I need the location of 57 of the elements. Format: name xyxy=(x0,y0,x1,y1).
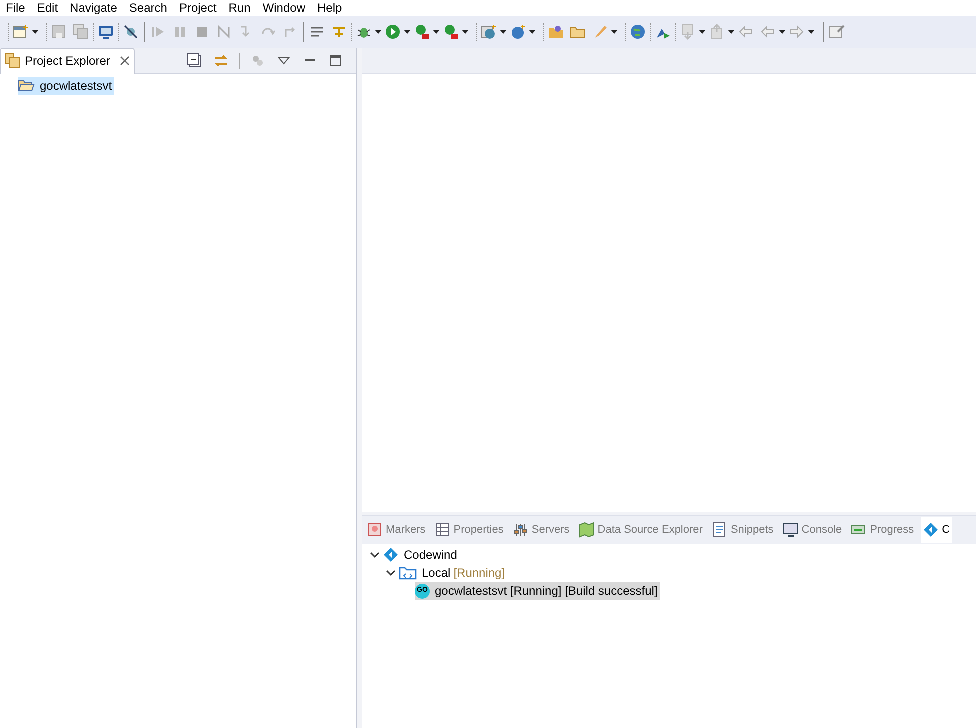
sliders-icon xyxy=(512,522,529,538)
open-folder-icon xyxy=(18,79,35,93)
code-folder-icon xyxy=(399,565,417,581)
monitor-icon[interactable] xyxy=(98,24,114,40)
caret-icon[interactable] xyxy=(375,30,382,34)
caret-icon[interactable] xyxy=(529,30,536,34)
tree-item-label: Local xyxy=(422,565,451,582)
menu-item[interactable]: Navigate xyxy=(64,1,124,15)
run-icon[interactable] xyxy=(385,24,401,40)
view-tab[interactable]: Servers xyxy=(510,517,572,543)
caret-icon[interactable] xyxy=(32,30,39,34)
view-tab[interactable]: Progress xyxy=(849,517,916,543)
tree-item-label: Codewind xyxy=(404,547,458,564)
caret-icon[interactable] xyxy=(404,30,411,34)
folder-icon[interactable] xyxy=(548,24,564,40)
folders-icon xyxy=(5,53,21,69)
snippet-icon xyxy=(712,522,728,538)
table-icon xyxy=(434,522,451,538)
collapse-all-icon[interactable] xyxy=(187,52,203,68)
menu-item[interactable]: Search xyxy=(123,1,174,15)
caret-icon[interactable] xyxy=(462,30,469,34)
caret-icon[interactable] xyxy=(728,30,735,34)
caret-icon[interactable] xyxy=(611,30,618,34)
view-tab[interactable]: Markers xyxy=(365,517,428,543)
link-arrows-icon[interactable] xyxy=(213,52,229,68)
tree-item[interactable]: Codewind xyxy=(383,546,460,564)
diamond-icon xyxy=(383,547,399,563)
view-tab[interactable]: Data Source Explorer xyxy=(576,517,705,543)
chevron-down-icon[interactable] xyxy=(386,568,396,578)
map-icon xyxy=(578,522,595,538)
menu-item[interactable]: File xyxy=(0,1,32,15)
close-icon[interactable] xyxy=(120,56,130,66)
view-tab[interactable]: Project Explorer xyxy=(0,48,136,74)
view-tab[interactable]: Snippets xyxy=(710,517,776,543)
monitor-icon xyxy=(782,522,799,538)
menu-item[interactable]: Project xyxy=(173,1,223,15)
status-text: [Running] xyxy=(454,565,506,582)
maximize-icon[interactable] xyxy=(328,52,344,68)
view-tab[interactable]: Console xyxy=(780,517,844,543)
markers-icon xyxy=(367,522,383,538)
tree-item[interactable]: gocwlatestsvt xyxy=(18,77,114,95)
chevron-down-icon[interactable] xyxy=(370,550,380,560)
caret-icon[interactable] xyxy=(500,30,507,34)
caret-icon[interactable] xyxy=(808,30,815,34)
menu-item[interactable]: Help xyxy=(312,1,348,15)
diamond-icon xyxy=(923,522,940,538)
globe-icon[interactable] xyxy=(630,24,646,40)
caret-icon[interactable] xyxy=(779,30,786,34)
menu-item[interactable]: Run xyxy=(222,1,257,15)
tree-item-label: gocwlatestsvt [Running] [Build successful] xyxy=(435,583,658,600)
menu-item[interactable]: Window xyxy=(256,1,312,15)
view-tab[interactable]: Properties xyxy=(432,517,506,543)
tree-item[interactable]: Local [Running] xyxy=(399,564,508,582)
view-tab[interactable]: C xyxy=(921,517,952,543)
menu-item[interactable]: Edit xyxy=(31,1,64,15)
caret-icon[interactable] xyxy=(699,30,706,34)
caret-icon[interactable] xyxy=(433,30,440,34)
